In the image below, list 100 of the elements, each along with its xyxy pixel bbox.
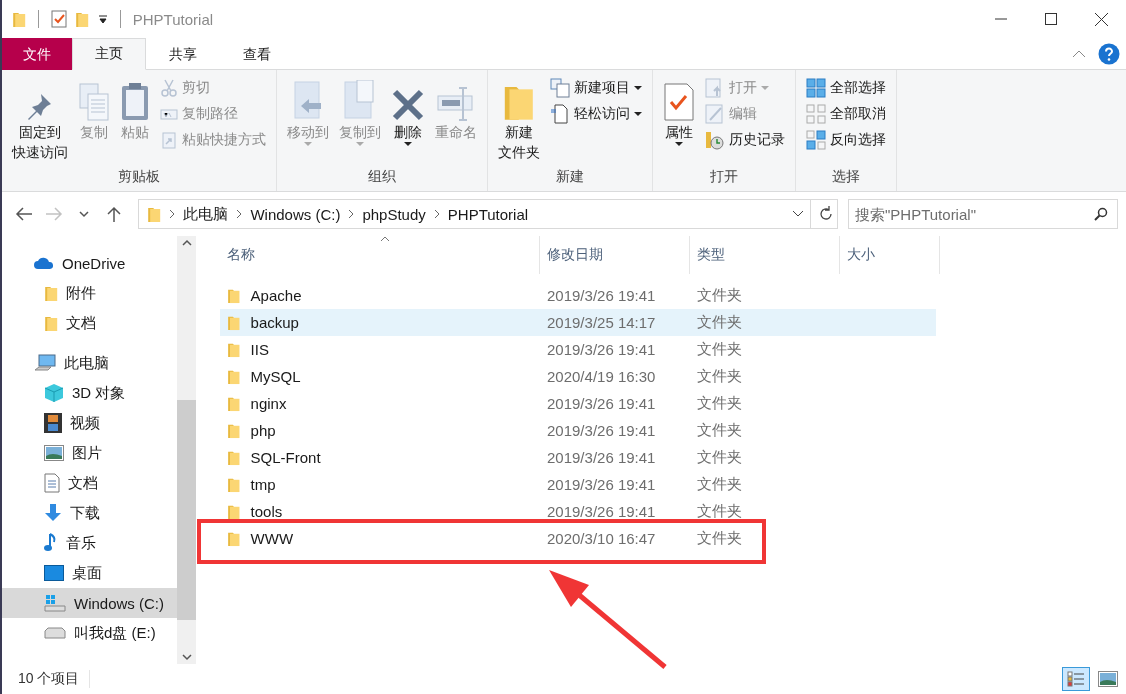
date-cell-text: 2019/3/26 19:41 [546, 449, 657, 466]
date-cell-text: 2019/3/26 19:41 [546, 476, 657, 493]
checklist-icon[interactable] [51, 10, 68, 28]
nav-label: 叫我d盘 (E:) [74, 623, 156, 643]
scrollbar[interactable] [177, 236, 196, 664]
nav-item[interactable]: 文档 [2, 308, 177, 338]
file-row[interactable]: WWW 2020/3/10 16:47 文件夹 [220, 525, 936, 552]
file-name: MySQL [250, 368, 301, 385]
nav-item[interactable]: 音乐 [2, 528, 177, 558]
type-cell-text: 文件夹 [696, 313, 743, 332]
rename-icon [436, 86, 476, 122]
file-row[interactable]: SQL-Front 2019/3/26 19:41 文件夹 [220, 444, 936, 471]
ribbon-button[interactable]: 历史记录 [701, 128, 789, 152]
nav-item[interactable]: 下载 [2, 498, 177, 528]
details-view-button[interactable] [1062, 667, 1090, 691]
collapse-icon[interactable] [1072, 49, 1086, 58]
clipboard-icon [120, 82, 150, 122]
type-cell-text: 文件夹 [696, 502, 743, 521]
folder-icon [44, 284, 59, 302]
file-row[interactable]: tools 2019/3/26 19:41 文件夹 [220, 498, 936, 525]
nav-item[interactable]: 附件 [2, 278, 177, 308]
ribbon-button[interactable]: 新建 文件夹 [494, 74, 544, 165]
ribbon-button[interactable]: 属性 [659, 74, 699, 165]
nav-label: 3D 对象 [72, 383, 126, 403]
folder-icon [227, 287, 241, 304]
ribbon-button[interactable]: 删除 [387, 74, 429, 165]
folder-icon [227, 422, 241, 439]
ribbon-button[interactable]: 反向选择 [802, 128, 890, 152]
nav-item[interactable]: 图片 [2, 438, 177, 468]
nav-item[interactable]: 文档 [2, 468, 177, 498]
ribbon-tab[interactable]: 共享 [146, 38, 220, 70]
date-cell-text: 2019/3/26 19:41 [546, 395, 657, 412]
nav-item[interactable]: 桌面 [2, 558, 177, 588]
chevron-right-icon [348, 209, 355, 219]
folder-icon [44, 314, 59, 332]
nav-label: 下载 [70, 503, 100, 523]
column-header[interactable]: 修改日期 [540, 236, 690, 274]
ribbon-tab[interactable]: 文件 [2, 38, 72, 70]
ribbon-button[interactable]: 全部选择 [802, 76, 890, 100]
picture-icon [1098, 671, 1118, 687]
ribbon-button[interactable]: 轻松访问 [546, 102, 646, 126]
help-icon[interactable] [1098, 42, 1120, 65]
type-cell-text: 文件夹 [696, 475, 743, 494]
dropdown-icon[interactable] [97, 14, 108, 24]
column-header[interactable]: 类型 [690, 236, 840, 274]
ribbon-tab[interactable]: 查看 [220, 38, 294, 70]
drive-icon [44, 627, 66, 639]
file-name: php [250, 422, 276, 439]
copy-to-icon [343, 80, 377, 122]
copy-icon [78, 82, 110, 122]
minimize-icon [995, 18, 1007, 20]
date-cell-text: 2019/3/26 19:41 [546, 341, 657, 358]
search-field[interactable]: 搜索"PHPTutorial" [848, 199, 1118, 229]
file-row[interactable]: php 2019/3/26 19:41 文件夹 [220, 417, 936, 444]
file-row[interactable]: nginx 2019/3/26 19:41 文件夹 [220, 390, 936, 417]
document-icon [44, 473, 60, 493]
breadcrumb[interactable]: Windows (C:) [250, 205, 341, 223]
new-item-icon [550, 78, 570, 98]
nav-label: Windows (C:) [74, 594, 164, 612]
nav-item[interactable]: Windows (C:) [2, 588, 177, 618]
group-label: 打开 [709, 167, 739, 186]
group-label: 新建 [555, 167, 585, 186]
nav-item[interactable]: OneDrive [2, 248, 177, 278]
forward-icon [45, 206, 63, 222]
breadcrumb[interactable]: phpStudy [362, 205, 426, 223]
ribbon-tab[interactable]: 主页 [72, 38, 146, 70]
nav-label: 桌面 [72, 563, 102, 583]
ribbon-button[interactable]: 固定到 快速访问 [8, 74, 72, 165]
group-label: 选择 [831, 167, 861, 186]
nav-item[interactable]: 叫我d盘 (E:) [2, 618, 177, 648]
column-header[interactable]: 大小 [840, 236, 940, 274]
search-icon [1094, 207, 1108, 221]
ribbon-button[interactable]: 新建项目 [546, 76, 646, 100]
breadcrumb[interactable]: PHPTutorial [447, 205, 529, 223]
download-icon [44, 504, 62, 522]
file-row[interactable]: Apache 2019/3/26 19:41 文件夹 [220, 282, 936, 309]
address-bar[interactable]: 此电脑 Windows (C:) phpStudy PHPTutorial [138, 199, 838, 229]
picture-icon [44, 445, 64, 461]
chevron-right-icon [169, 209, 176, 219]
nav-item[interactable]: 3D 对象 [2, 378, 177, 408]
file-row[interactable]: backup 2019/3/25 14:17 文件夹 [220, 309, 936, 336]
nav-item[interactable]: 此电脑 [2, 348, 177, 378]
file-row[interactable]: tmp 2019/3/26 19:41 文件夹 [220, 471, 936, 498]
nav-label: 文档 [66, 313, 97, 333]
maximize-icon [1045, 13, 1057, 25]
chevron-down-icon[interactable] [790, 209, 806, 219]
type-cell-text: 文件夹 [696, 286, 743, 305]
file-name: WWW [250, 530, 294, 547]
breadcrumb[interactable]: 此电脑 [183, 204, 229, 224]
scrollbar-thumb[interactable] [177, 400, 196, 620]
file-row[interactable]: MySQL 2020/4/19 16:30 文件夹 [220, 363, 936, 390]
shortcut-icon [160, 131, 178, 149]
column-label: 类型 [697, 246, 725, 264]
column-header[interactable]: 名称 [220, 236, 540, 274]
ribbon-button[interactable]: 全部取消 [802, 102, 890, 126]
folder-icon [227, 314, 241, 331]
file-row[interactable]: IIS 2019/3/26 19:41 文件夹 [220, 336, 936, 363]
nav-item[interactable]: 视频 [2, 408, 177, 438]
cloud-icon [34, 256, 54, 270]
type-cell-text: 文件夹 [696, 367, 743, 386]
